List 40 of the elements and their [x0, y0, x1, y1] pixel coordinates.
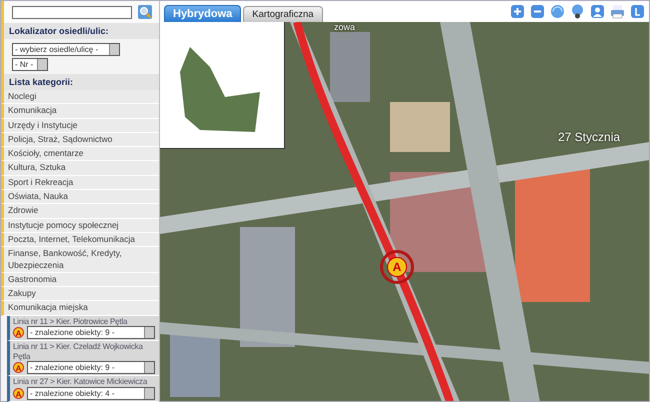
category-item[interactable]: Instytucje pomocy społecznej [1, 218, 159, 233]
category-item[interactable]: Urzędy i Instytucje [1, 118, 159, 133]
number-select[interactable]: - Nr - [12, 58, 48, 71]
stops-select[interactable]: - znalezione obiekty: 4 - [27, 386, 155, 400]
map-tab[interactable]: Kartograficzna [243, 6, 323, 22]
category-item[interactable]: Policja, Straż, Sądownictwo [1, 132, 159, 148]
category-item[interactable]: Poczta, Internet, Telekomunikacja [1, 232, 159, 248]
street-label: zowa [334, 22, 356, 32]
category-item[interactable]: Zakupy [1, 287, 159, 302]
printer-icon[interactable] [610, 4, 625, 19]
category-item[interactable]: Zdrowie [1, 204, 159, 219]
bus-line-label: Linia nr 11 > Kier. Piotrowice Pętla [13, 316, 128, 326]
stops-select[interactable]: - znalezione obiekty: 9 - [27, 361, 155, 374]
street-select[interactable]: - wybierz osiedle/ulicę - [12, 43, 120, 56]
section-heading: Lokalizator osiedli/ulic: [1, 23, 159, 39]
section-heading: Lista kategorii: [1, 74, 159, 90]
overview-map[interactable] [160, 22, 285, 149]
globe-icon[interactable] [550, 4, 565, 19]
category-item[interactable]: Sport i Rekreacja [1, 176, 159, 190]
street-label: 27 Stycznia [558, 130, 620, 144]
category-item[interactable]: Kościoły, cmentarze [1, 147, 159, 162]
zoom-out-icon[interactable] [530, 4, 545, 19]
zoom-in-icon[interactable] [510, 4, 525, 19]
search-icon[interactable] [138, 5, 152, 19]
bus-line-label: Linia nr 11 > Kier. Czeladź Wojkowicka Pętla [13, 342, 144, 362]
category-item[interactable]: Finanse, Bankowość, Kredyty, Ubezpieczenia [1, 247, 159, 273]
category-item[interactable]: Gastronomia [1, 272, 159, 288]
search-field[interactable] [12, 6, 132, 18]
marker-badge: A [13, 327, 24, 338]
marker-badge: A [13, 362, 24, 374]
bus-line-label: Linia nr 27 > Kier. Katowice Mickiewicza [13, 377, 148, 387]
category-item[interactable]: Komunikacja [1, 104, 159, 119]
category-item[interactable]: Kultura, Sztuka [1, 161, 159, 176]
category-item[interactable]: Oświata, Nauka [1, 190, 159, 204]
stops-select[interactable]: - znalezione obiekty: 9 - [27, 326, 155, 340]
category-item[interactable]: Komunikacja miejska [1, 301, 159, 316]
marker-badge: A [13, 388, 24, 399]
category-item[interactable]: Noclegi [1, 90, 159, 104]
user-icon[interactable] [590, 4, 605, 19]
map-marker[interactable]: A [380, 250, 414, 284]
